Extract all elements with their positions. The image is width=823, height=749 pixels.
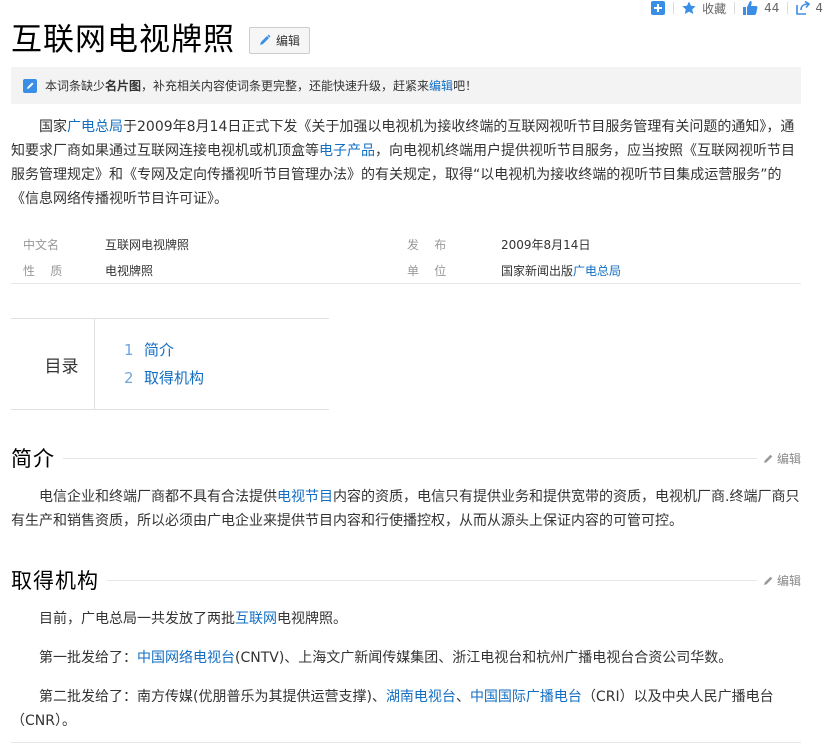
share-icon (796, 1, 811, 15)
internet-link[interactable]: 互联网 (235, 611, 277, 627)
section-header-intro: 简介 编辑 (11, 443, 801, 473)
tv-program-link[interactable]: 电视节目 (277, 489, 333, 505)
info-key: 中文名 (23, 237, 60, 252)
org-paragraph: 第二批发给了：南方传媒(优朋普乐为其提供运营支撑)、湖南电视台、中国国际广播电台… (11, 685, 801, 733)
toc-item[interactable]: 2 取得机构 (124, 364, 204, 392)
hunan-tv-link[interactable]: 湖南电视台 (386, 689, 456, 705)
like-button[interactable]: 44 (743, 1, 779, 15)
pencil-icon (763, 454, 773, 463)
org-text: 第二批发给了：南方传媒(优朋普乐为其提供运营支撑)、 (39, 689, 386, 705)
org-paragraph: 目前，广电总局一共发放了两批互联网电视牌照。 (11, 607, 801, 631)
notice-edit-link[interactable]: 编辑 (429, 77, 453, 94)
electronic-products-link[interactable]: 电子产品 (319, 143, 375, 159)
info-key: 性 质 (23, 263, 63, 278)
notice-text-mid: ，补充相关内容使词条更完整，还能快速升级，赶紧来 (141, 79, 430, 93)
summary-text: 国家 (39, 119, 67, 135)
info-key: 发 布 (407, 237, 447, 252)
plus-square-icon (651, 1, 666, 15)
thumbs-up-icon (743, 1, 758, 15)
divider (787, 2, 789, 14)
section-edit-label: 编辑 (776, 451, 801, 466)
toc-item-label: 取得机构 (144, 369, 205, 387)
toc-item-number: 2 (124, 369, 134, 387)
add-button[interactable] (651, 1, 666, 15)
toc-list: 1 简介 2 取得机构 (95, 319, 204, 409)
top-toolbar: 收藏 44 4 (643, 0, 823, 16)
guangdian-link[interactable]: 广电总局 (67, 119, 123, 135)
missing-image-notice: 本词条缺少 名片图 ，补充相关内容使词条更完整，还能快速升级，赶紧来 编辑 吧！ (11, 67, 801, 104)
section-edit-button[interactable]: 编辑 (763, 572, 801, 589)
info-value-text: 国家新闻出版 (501, 263, 574, 278)
org-text: (CNTV)、上海文广新闻传媒集团、浙江电视台和杭州广播电视台合资公司华数。 (235, 650, 733, 666)
intro-paragraph: 电信企业和终端厂商都不具有合法提供电视节目内容的资质，电信只有提供业务和提供宽带… (11, 485, 801, 533)
section-header-org: 取得机构 编辑 (11, 565, 801, 595)
section-edit-button[interactable]: 编辑 (763, 450, 801, 467)
like-count: 44 (764, 1, 780, 15)
divider (11, 742, 801, 743)
org-text: 目前，广电总局一共发放了两批 (39, 611, 235, 627)
toc-item[interactable]: 1 简介 (124, 336, 204, 364)
favorite-label: 收藏 (702, 1, 727, 16)
pencil-icon (260, 34, 271, 45)
info-value: 电视牌照 (105, 263, 154, 278)
divider (63, 457, 757, 459)
toc-item-number: 1 (124, 341, 134, 359)
share-button[interactable]: 4 (796, 1, 823, 15)
basic-info-table: 中文名 互联网电视牌照 发 布 2009年8月14日 性 质 电视牌照 单 位 … (11, 231, 801, 284)
org-text: 电视牌照。 (277, 611, 347, 627)
title-row: 互联网电视牌照 编辑 (11, 20, 311, 60)
edit-button-label: 编辑 (276, 33, 301, 48)
pencil-icon (763, 576, 773, 585)
favorite-button[interactable]: 收藏 (682, 0, 726, 17)
cri-link[interactable]: 中国国际广播电台 (470, 689, 582, 705)
org-text: 、 (455, 689, 470, 705)
divider (673, 2, 675, 14)
cntv-link[interactable]: 中国网络电视台 (137, 650, 235, 666)
notice-text-bold: 名片图 (105, 79, 142, 93)
page-title: 互联网电视牌照 (11, 22, 235, 58)
edit-button[interactable]: 编辑 (249, 26, 311, 54)
star-icon (682, 1, 696, 14)
share-count: 4 (815, 1, 823, 15)
info-value: 2009年8月14日 (501, 237, 591, 252)
guangdian-link[interactable]: 广电总局 (573, 264, 621, 278)
divider (734, 2, 736, 14)
intro-text: 电信企业和终端厂商都不具有合法提供 (39, 489, 277, 505)
info-value: 互联网电视牌照 (105, 237, 190, 252)
toc-item-label: 简介 (144, 341, 175, 359)
section-edit-label: 编辑 (776, 573, 801, 588)
section-title: 简介 (11, 447, 55, 471)
summary-paragraph: 国家广电总局于2009年8月14日正式下发《关于加强以电视机为接收终端的互联网视… (11, 115, 801, 211)
basic-info-row: 中文名 互联网电视牌照 发 布 2009年8月14日 (11, 231, 801, 257)
info-value: 国家新闻出版广电总局 (501, 262, 621, 279)
divider (107, 579, 757, 581)
org-text: 第一批发给了： (39, 650, 137, 666)
table-of-contents: 目录 1 简介 2 取得机构 (11, 318, 329, 410)
notice-text-pre: 本词条缺少 (45, 79, 106, 93)
toc-label: 目录 (11, 319, 95, 409)
basic-info-row: 性 质 电视牌照 单 位 国家新闻出版广电总局 (11, 257, 801, 283)
edit-notice-icon (23, 78, 37, 93)
info-key: 单 位 (407, 263, 447, 278)
section-title: 取得机构 (11, 569, 99, 593)
org-paragraph: 第一批发给了：中国网络电视台(CNTV)、上海文广新闻传媒集团、浙江电视台和杭州… (11, 646, 801, 670)
notice-text-post: 吧！ (453, 79, 478, 93)
